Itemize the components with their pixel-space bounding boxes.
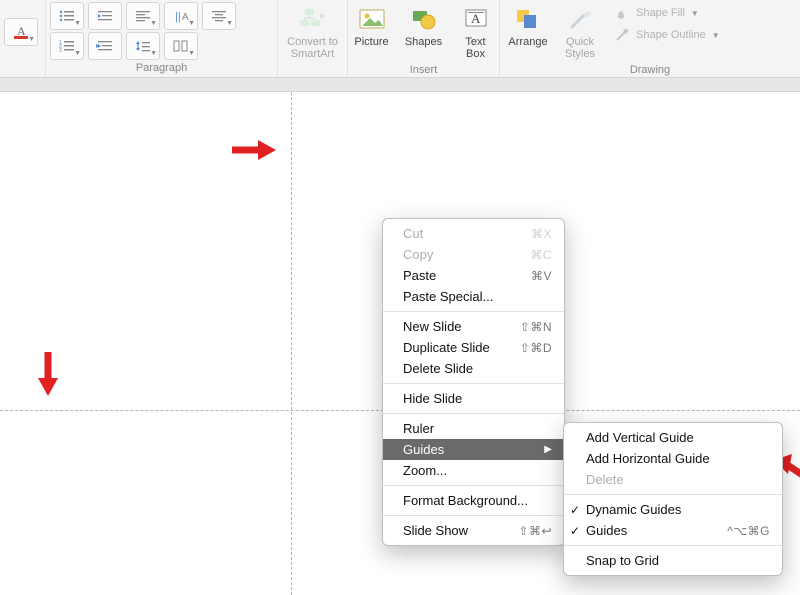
shape-fill-button[interactable]: Shape Fill ▼	[608, 2, 726, 24]
arrange-button[interactable]: Arrange	[504, 2, 552, 50]
smartart-icon	[298, 4, 328, 34]
ribbon-group-smartart: Convert toSmartArt	[278, 0, 348, 77]
menu-item-hide-slide[interactable]: Hide Slide	[383, 388, 564, 409]
annotation-arrow-right	[228, 138, 278, 162]
decrease-indent-button[interactable]	[88, 2, 122, 30]
increase-indent-button[interactable]	[88, 32, 122, 60]
submenu-item-dynamic-guides[interactable]: ✓ Dynamic Guides	[564, 499, 782, 520]
menu-item-ruler[interactable]: Ruler	[383, 418, 564, 439]
bullets-button[interactable]: ▼	[50, 2, 84, 30]
menu-separator	[383, 515, 564, 516]
shape-fill-icon	[614, 5, 630, 21]
menu-separator	[564, 545, 782, 546]
shapes-icon	[409, 4, 439, 34]
decrease-indent-icon	[96, 9, 114, 23]
annotation-arrow-down	[36, 348, 60, 398]
menu-separator	[383, 311, 564, 312]
menu-item-guides[interactable]: Guides ▶	[383, 439, 564, 460]
font-color-button[interactable]: A ▼	[4, 18, 38, 46]
increase-indent-icon	[96, 39, 114, 53]
guides-submenu: Add Vertical Guide Add Horizontal Guide …	[563, 422, 783, 576]
menu-separator	[383, 383, 564, 384]
svg-text:A: A	[471, 11, 481, 26]
menu-item-cut[interactable]: Cut ⌘X	[383, 223, 564, 244]
insert-textbox-button[interactable]: A TextBox	[452, 2, 500, 62]
submenu-item-add-vertical-guide[interactable]: Add Vertical Guide	[564, 427, 782, 448]
checkmark-icon: ✓	[570, 503, 580, 517]
menu-separator	[564, 494, 782, 495]
submenu-item-guides[interactable]: ✓ Guides ^⌥⌘G	[564, 520, 782, 541]
menu-item-copy[interactable]: Copy ⌘C	[383, 244, 564, 265]
menu-item-slide-show[interactable]: Slide Show ⇧⌘↩	[383, 520, 564, 541]
quick-styles-icon	[565, 4, 595, 34]
ribbon-group-drawing: Arrange QuickStyles Shape Fill ▼	[500, 0, 800, 77]
ribbon-group-paragraph: ▼ 1 2 3 ▼	[46, 0, 278, 77]
checkmark-icon: ✓	[570, 524, 580, 538]
picture-icon	[357, 4, 387, 34]
menu-item-delete-slide[interactable]: Delete Slide	[383, 358, 564, 379]
submenu-item-snap-to-grid[interactable]: Snap to Grid	[564, 550, 782, 571]
menu-item-duplicate-slide[interactable]: Duplicate Slide ⇧⌘D	[383, 337, 564, 358]
ribbon-group-font-fragment: A ▼	[0, 0, 46, 77]
menu-item-format-background[interactable]: Format Background...	[383, 490, 564, 511]
menu-item-zoom[interactable]: Zoom...	[383, 460, 564, 481]
submenu-item-add-horizontal-guide[interactable]: Add Horizontal Guide	[564, 448, 782, 469]
insert-picture-button[interactable]: Picture	[348, 2, 396, 50]
svg-text:||: ||	[175, 11, 181, 23]
menu-separator	[383, 413, 564, 414]
line-spacing-button[interactable]: ▼	[126, 32, 160, 60]
menu-item-paste-special[interactable]: Paste Special...	[383, 286, 564, 307]
quick-styles-button[interactable]: QuickStyles	[556, 2, 604, 62]
menu-item-new-slide[interactable]: New Slide ⇧⌘N	[383, 316, 564, 337]
convert-to-smartart-button[interactable]: Convert toSmartArt	[283, 2, 342, 62]
ribbon-toolbar: A ▼ ▼ 1 2	[0, 0, 800, 78]
numbering-button[interactable]: 1 2 3 ▼	[50, 32, 84, 60]
text-box-icon: A	[461, 4, 491, 34]
canvas-top-edge	[0, 78, 800, 92]
submenu-item-delete[interactable]: Delete	[564, 469, 782, 490]
shape-outline-button[interactable]: Shape Outline ▼	[608, 24, 726, 46]
ribbon-group-insert: Picture Shapes A	[348, 0, 500, 77]
text-direction-button[interactable]: || A ▼	[164, 2, 198, 30]
menu-item-paste[interactable]: Paste ⌘V	[383, 265, 564, 286]
align-text-button[interactable]: ▼	[202, 2, 236, 30]
menu-separator	[383, 485, 564, 486]
svg-text:A: A	[17, 24, 26, 38]
vertical-guide[interactable]	[291, 92, 292, 595]
shape-outline-icon	[614, 27, 630, 43]
ribbon-group-label-paragraph: Paragraph	[50, 60, 273, 78]
arrange-icon	[513, 4, 543, 34]
context-menu: Cut ⌘X Copy ⌘C Paste ⌘V Paste Special...…	[382, 218, 565, 546]
svg-text:3: 3	[59, 48, 62, 53]
chevron-right-icon: ▶	[544, 444, 552, 455]
columns-button[interactable]: ▼	[164, 32, 198, 60]
insert-shapes-button[interactable]: Shapes	[400, 2, 448, 50]
align-left-button[interactable]: ▼	[126, 2, 160, 30]
